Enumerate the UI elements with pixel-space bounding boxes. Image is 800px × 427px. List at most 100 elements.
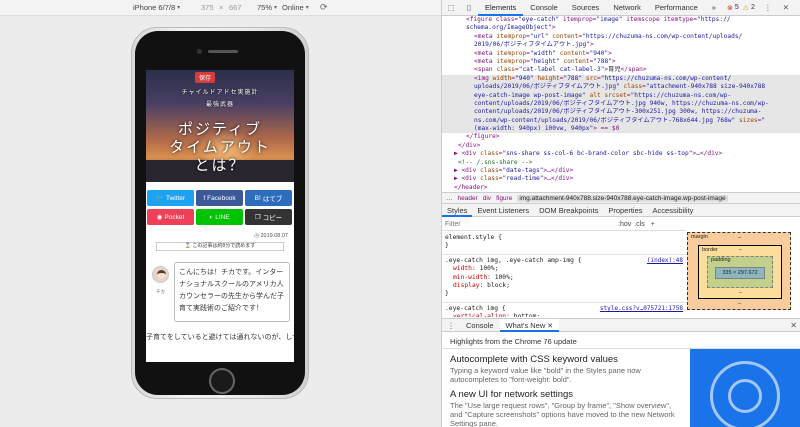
tab-sources[interactable]: Sources (565, 0, 607, 16)
share-hatena-button[interactable]: B! はてブ (245, 190, 292, 206)
devtools-tabbar: ⬚ ▯ Elements Console Sources Network Perform… (442, 0, 800, 16)
dom-node-line[interactable]: (max-width: 940px) 100vw, 940px"> == $0 (442, 125, 800, 134)
hero-title-line: とは？ (194, 156, 246, 174)
dom-node-line[interactable]: <figure class="eye-catch" itemprop="imag… (442, 16, 800, 24)
height-input[interactable]: 667 (229, 3, 242, 12)
subtab-styles[interactable]: Styles (442, 204, 473, 217)
dom-token: width (492, 74, 512, 82)
dom-token: srcset (604, 91, 627, 99)
dom-node-line[interactable]: <!-- /.sns-share --> (442, 159, 800, 167)
subtab-dom-breakpoints[interactable]: DOM Breakpoints (534, 204, 603, 217)
issue-counters[interactable]: ⊗ 5 ⚠ 2 (727, 4, 755, 12)
breadcrumb-item[interactable]: div (483, 195, 491, 202)
tab-network[interactable]: Network (606, 0, 648, 16)
property-value[interactable]: block; (487, 282, 510, 289)
close-icon[interactable]: ✕ (777, 0, 795, 16)
device-toggle-icon[interactable]: ▯ (460, 0, 478, 16)
tab-overflow-button[interactable]: » (705, 0, 723, 16)
dom-node-line[interactable]: <span class="cat-label cat-label-3">育児</… (442, 66, 800, 74)
dom-node-line[interactable]: <meta itemprop="width" content="940"> (442, 50, 800, 58)
rule-selector[interactable]: element.style { (445, 234, 683, 242)
zoom-select[interactable]: 75% ▾ (257, 3, 277, 12)
class-toggle[interactable]: .cls (634, 221, 645, 228)
hover-state-toggle[interactable]: :hov (618, 221, 631, 228)
rotate-icon[interactable]: ⟳ (320, 2, 328, 13)
inspect-element-icon[interactable]: ⬚ (442, 0, 460, 16)
new-rule-button[interactable]: + (651, 221, 655, 228)
subtab-properties[interactable]: Properties (603, 204, 647, 217)
dom-node-line[interactable]: </figure> (442, 133, 800, 141)
property-value[interactable]: 100%; (480, 265, 499, 272)
style-property[interactable]: vertical-align: bottom; (445, 313, 683, 317)
border-top-value: – (739, 247, 743, 253)
times-icon: × (219, 3, 224, 12)
dom-token: class (480, 167, 499, 175)
property-name[interactable]: min-width (453, 274, 487, 281)
breadcrumb-item[interactable]: figure (496, 195, 512, 202)
dom-node-line[interactable]: <meta itemprop="url" content="https://ch… (442, 33, 800, 41)
box-model-padding[interactable]: padding 335 × 297.672 (707, 256, 773, 288)
share-twitter-button[interactable]: 🐦 Twitter (147, 190, 194, 206)
breadcrumb-item[interactable]: … (446, 195, 453, 202)
share-copy-button[interactable]: ❐ コピー (245, 209, 292, 225)
subtab-event-listeners[interactable]: Event Listeners (472, 204, 534, 217)
dom-node-line[interactable]: ▶ <div class="date-tags">…</div> (442, 167, 800, 175)
style-property[interactable]: width: 100%; (445, 265, 683, 273)
dom-node-line[interactable]: ▶ <div class="sns-share ss-col-6 bc-bran… (442, 150, 800, 158)
rule-source-link[interactable]: style.css?v…075721:1758 (600, 305, 683, 313)
share-pocket-button[interactable]: ◉ Pocket (147, 209, 194, 225)
dom-token: "height" (529, 57, 560, 65)
drawer-tab-whatsnew[interactable]: What's New ✕ (499, 318, 560, 332)
dom-node-line[interactable]: content/uploads/2019/06/ポジティブタイムアウト-300x… (442, 108, 800, 117)
rule-source-link[interactable]: (index):48 (647, 257, 683, 265)
drawer-tab-label: Console (466, 320, 494, 330)
drawer-menu-icon[interactable]: ⋮ (442, 317, 460, 333)
breadcrumb-item[interactable]: header (458, 195, 478, 202)
home-button[interactable] (209, 368, 235, 394)
dom-node-line[interactable]: </header> (442, 184, 800, 192)
close-icon[interactable]: ✕ (545, 323, 553, 330)
property-name[interactable]: vertical-align (453, 313, 506, 317)
dom-node-line[interactable]: <img width="940" height="788" src="https… (442, 74, 800, 84)
property-name[interactable]: width (453, 265, 472, 272)
dom-token: > (608, 49, 612, 57)
dom-node-line[interactable]: <meta itemprop="height" content="788"> (442, 58, 800, 66)
style-property[interactable]: display: block; (445, 282, 683, 290)
property-value[interactable]: 100%; (495, 274, 514, 281)
more-options-icon[interactable]: ⋮ (759, 0, 777, 16)
dom-node-line[interactable]: ns.com/wp-content/uploads/2019/06/ポジティブタ… (442, 116, 800, 126)
dom-node-line[interactable]: </div> (442, 142, 800, 150)
share-facebook-button[interactable]: f Facebook (196, 190, 243, 206)
share-label: Twitter (165, 194, 186, 202)
author-name: チカ (156, 289, 165, 294)
tab-performance[interactable]: Performance (648, 0, 705, 16)
share-line-button[interactable]: ◐ LINE (196, 209, 243, 225)
tab-console[interactable]: Console (523, 0, 565, 16)
drawer-tab-console[interactable]: Console (460, 319, 500, 332)
breadcrumb-current[interactable]: img.attachment-940x788.size-940x788.eye-… (517, 194, 728, 202)
dom-node-line[interactable]: uploads/2019/06/ポジティブタイムアウト.jpg" class="… (442, 83, 800, 92)
device-select[interactable]: iPhone 6/7/8 ▾ (133, 3, 180, 12)
save-badge[interactable]: 保存 (195, 72, 216, 83)
property-name[interactable]: display (453, 282, 480, 289)
subtab-accessibility[interactable]: Accessibility (648, 204, 699, 217)
width-input[interactable]: 375 (201, 3, 214, 12)
property-value[interactable]: bottom; (514, 313, 541, 317)
dom-node-line[interactable]: schema.org/ImageObject"> (442, 24, 800, 32)
style-property[interactable]: min-width: 100%; (445, 274, 683, 282)
box-model-content[interactable]: 335 × 297.672 (715, 267, 765, 279)
dom-token: "eye-catch" (518, 16, 560, 23)
save-badge-label: 保存 (199, 76, 212, 82)
dom-node-line[interactable]: 2019/06/ポジティブタイムアウト.jpg"> (442, 41, 800, 49)
dom-node-line[interactable]: eye-catch-image wp-post-image" alt srcse… (442, 91, 800, 100)
throttle-select[interactable]: Online ▾ (282, 3, 309, 12)
dom-node-line[interactable]: content/uploads/2019/06/ポジティブタイムアウト.jpg … (442, 99, 800, 109)
styles-filter-input[interactable] (445, 220, 615, 228)
dom-token: "https:// (697, 16, 731, 23)
close-icon[interactable]: ✕ (790, 321, 797, 330)
dom-node-line[interactable]: ▶ <div class="read-time">…</div> (442, 175, 800, 183)
dom-token: height (537, 74, 560, 82)
box-model-margin[interactable]: margin – border – padding 335 × 297.672 … (687, 232, 791, 310)
box-model-border[interactable]: border – padding 335 × 297.672 – (698, 245, 782, 299)
tab-elements[interactable]: Elements (478, 0, 524, 16)
